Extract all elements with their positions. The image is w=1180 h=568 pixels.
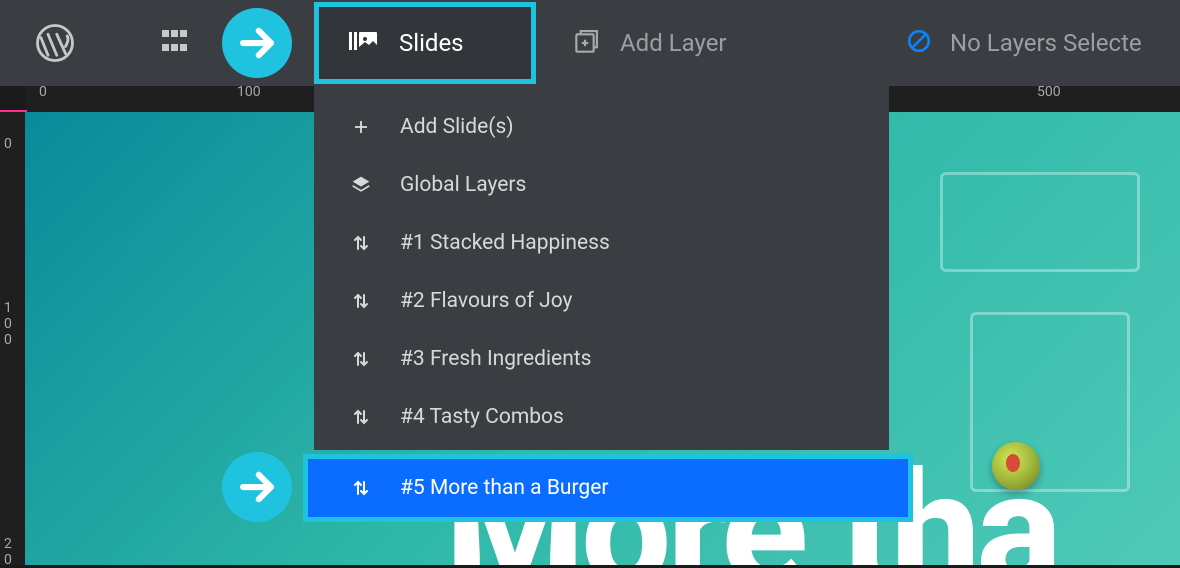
add-layer-label: Add Layer — [620, 29, 727, 57]
dropdown-label: #4 Tasty Combos — [400, 405, 564, 429]
slides-icon — [349, 30, 377, 56]
slides-tab-label: Slides — [399, 29, 464, 57]
vertical-ruler: 0 1 0 0 2 0 — [0, 112, 25, 565]
dropdown-label: Global Layers — [400, 173, 526, 197]
add-slide-item[interactable]: Add Slide(s) — [314, 98, 889, 156]
slide-item-3[interactable]: #3 Fresh Ingredients — [314, 330, 889, 388]
callout-arrow-top — [222, 8, 292, 78]
no-layers-label: No Layers Selecte — [950, 29, 1142, 57]
layers-icon — [350, 175, 372, 195]
slide-item-2[interactable]: #2 Flavours of Joy — [314, 272, 889, 330]
dropdown-label: Add Slide(s) — [400, 115, 514, 139]
ruler-h-0: 0 — [39, 84, 47, 100]
no-layers-status: No Layers Selecte — [906, 0, 1142, 86]
dropdown-label: #1 Stacked Happiness — [400, 231, 610, 255]
ruler-v-100c: 0 — [4, 332, 12, 348]
global-layers-item[interactable]: Global Layers — [314, 156, 889, 214]
top-toolbar: Slides Add Layer No Layers Selecte — [0, 0, 1180, 86]
slides-tab[interactable]: Slides — [314, 2, 536, 84]
callout-arrow-bottom — [222, 452, 292, 522]
ruler-v-0: 0 — [4, 136, 12, 152]
slide-item-1[interactable]: #1 Stacked Happiness — [314, 214, 889, 272]
ruler-v-200a: 2 — [4, 536, 12, 552]
no-selection-icon — [906, 28, 932, 58]
outline-shape — [940, 172, 1140, 272]
add-layer-tab[interactable]: Add Layer — [572, 0, 727, 86]
dropdown-label: #3 Fresh Ingredients — [400, 347, 592, 371]
ruler-h-100: 100 — [237, 84, 261, 100]
ruler-v-100a: 1 — [4, 300, 12, 316]
reorder-icon — [350, 292, 372, 310]
dropdown-label: #2 Flavours of Joy — [400, 289, 573, 313]
add-layer-icon — [572, 30, 598, 56]
guide-line-icon — [0, 110, 27, 112]
reorder-icon — [350, 479, 372, 497]
slide-item-5-selected[interactable]: #5 More than a Burger — [303, 454, 913, 522]
reorder-icon — [350, 408, 372, 426]
plus-icon — [350, 118, 372, 136]
dropdown-label: #5 More than a Burger — [400, 476, 608, 500]
slide-item-4[interactable]: #4 Tasty Combos — [314, 388, 889, 446]
ruler-v-100b: 0 — [4, 316, 12, 332]
wordpress-logo-icon[interactable] — [34, 22, 76, 64]
reorder-icon — [350, 350, 372, 368]
modules-grid-icon[interactable] — [162, 30, 188, 56]
slides-dropdown: Add Slide(s) Global Layers #1 Stacked Ha… — [314, 86, 889, 450]
ruler-h-500: 500 — [1037, 84, 1061, 100]
reorder-icon — [350, 234, 372, 252]
ruler-v-200b: 0 — [4, 552, 12, 568]
